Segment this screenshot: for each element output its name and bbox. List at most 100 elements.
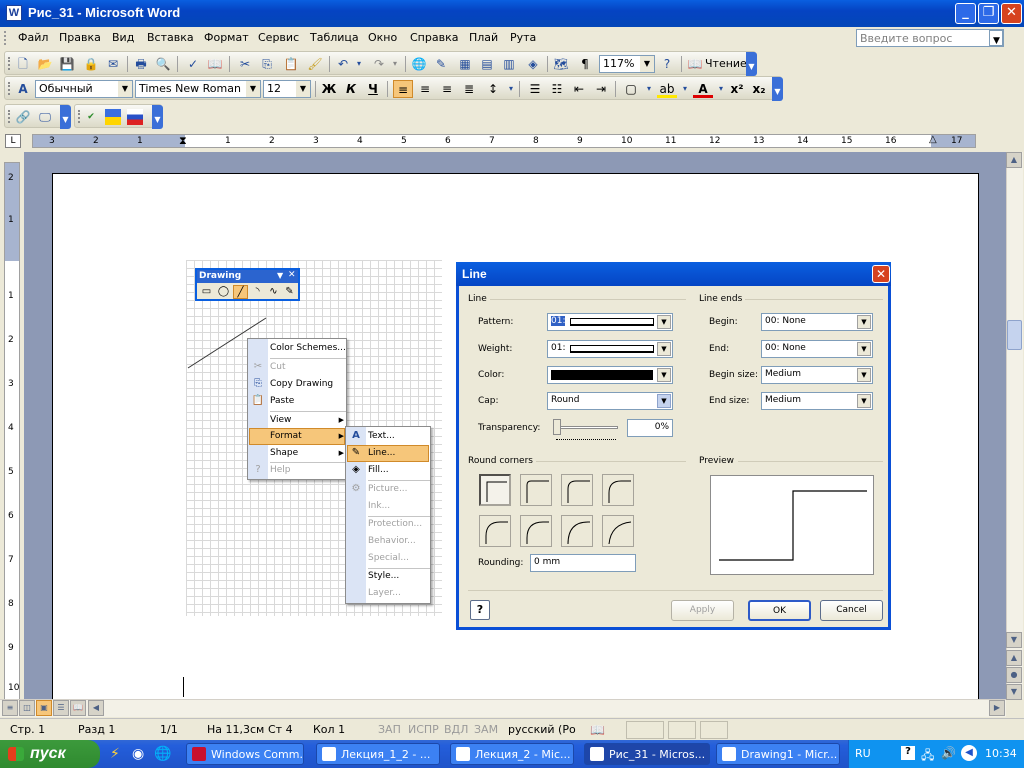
- help-search-input[interactable]: Введите вопрос ▼: [856, 29, 1004, 47]
- menu-item-view[interactable]: View ▶: [270, 412, 344, 429]
- cancel-button[interactable]: Cancel: [820, 600, 883, 621]
- end-dropdown-icon[interactable]: ▼: [857, 342, 871, 356]
- insert-table-icon[interactable]: ▦: [457, 56, 473, 72]
- redo-icon[interactable]: ↷: [371, 56, 387, 72]
- pattern-dropdown-icon[interactable]: ▼: [657, 315, 671, 329]
- spellcheck-icon[interactable]: ✔: [83, 109, 99, 125]
- format-painter-icon[interactable]: 🖌: [307, 56, 323, 72]
- borders-dropdown-icon[interactable]: ▾: [641, 81, 657, 97]
- font-color-icon[interactable]: A: [693, 80, 713, 98]
- scroll-down-icon[interactable]: ▼: [1006, 632, 1022, 648]
- reading-view-icon[interactable]: 📖: [70, 700, 86, 716]
- email-icon[interactable]: ✉: [105, 56, 121, 72]
- menu-edit[interactable]: Правка: [59, 31, 101, 44]
- menu-format[interactable]: Формат: [204, 31, 249, 44]
- paste-icon[interactable]: 📋: [283, 56, 299, 72]
- subscript-icon[interactable]: x₂: [749, 80, 769, 98]
- begin-size-dropdown-icon[interactable]: ▼: [857, 368, 871, 382]
- new-document-icon[interactable]: 🗋: [15, 56, 31, 72]
- tables-borders-icon[interactable]: ✎: [433, 56, 449, 72]
- status-rec[interactable]: ЗАП: [378, 723, 401, 736]
- transparency-slider-track[interactable]: [556, 426, 618, 429]
- menubar-grip[interactable]: [4, 31, 7, 45]
- menu-item-line[interactable]: Line...: [368, 445, 395, 462]
- quicklaunch-winamp-icon[interactable]: ⚡: [110, 746, 120, 762]
- cut-icon[interactable]: ✂: [237, 56, 253, 72]
- horizontal-scrollbar[interactable]: [0, 699, 1006, 717]
- read-mode-button[interactable]: Чтение: [705, 57, 747, 70]
- bullets-icon[interactable]: ☷: [547, 80, 567, 98]
- web-view-icon[interactable]: ◫: [19, 700, 35, 716]
- hyperlink-icon[interactable]: 🌐: [411, 56, 427, 72]
- superscript-icon[interactable]: x²: [727, 80, 747, 98]
- corner-option-4[interactable]: [602, 474, 634, 506]
- numbering-icon[interactable]: ☰: [525, 80, 545, 98]
- ellipse-tool-icon[interactable]: ◯: [216, 285, 231, 299]
- undo-icon[interactable]: ↶: [335, 56, 351, 72]
- scroll-up-icon[interactable]: ▲: [1006, 152, 1022, 168]
- start-button[interactable]: пуск: [0, 740, 100, 768]
- menu-table[interactable]: Таблица: [310, 31, 359, 44]
- menu-item-text[interactable]: Text...: [368, 428, 395, 445]
- italic-button[interactable]: К: [341, 80, 361, 98]
- style-dropdown-icon[interactable]: ▼: [118, 81, 132, 97]
- prev-page-icon[interactable]: ▲: [1006, 650, 1022, 666]
- freeform-tool-icon[interactable]: ∿: [266, 285, 281, 299]
- weight-select[interactable]: 01: ▼: [547, 340, 673, 358]
- corner-option-8[interactable]: [602, 515, 634, 547]
- drawing-toolbar-close-icon[interactable]: ✕: [288, 270, 296, 280]
- color-dropdown-icon[interactable]: ▼: [657, 368, 671, 382]
- screen-icon[interactable]: 🖵: [37, 109, 53, 125]
- task-windows-commander[interactable]: Windows Comm...: [186, 743, 304, 765]
- font-dropdown-icon[interactable]: ▼: [246, 81, 260, 97]
- permission-icon[interactable]: 🔒: [83, 56, 99, 72]
- menu-file[interactable]: Файл: [18, 31, 48, 44]
- rounding-input[interactable]: 0 mm: [530, 554, 636, 572]
- research-icon[interactable]: 📖: [207, 56, 223, 72]
- russia-flag-icon[interactable]: [127, 109, 143, 125]
- status-ext[interactable]: ВДЛ: [444, 723, 468, 736]
- next-page-icon[interactable]: ▼: [1006, 684, 1022, 700]
- indent-marker-icon[interactable]: ⧗: [179, 134, 187, 148]
- weight-dropdown-icon[interactable]: ▼: [657, 342, 671, 356]
- minimize-button[interactable]: _: [955, 3, 976, 24]
- begin-select[interactable]: 00: None ▼: [761, 313, 873, 331]
- language-indicator[interactable]: RU: [855, 747, 871, 760]
- link-icon[interactable]: 🔗: [15, 109, 31, 125]
- zoom-select[interactable]: 117% ▼: [599, 55, 655, 73]
- print-icon[interactable]: 🖶: [133, 56, 149, 72]
- bold-button[interactable]: Ж: [319, 80, 339, 98]
- menu-item-layer[interactable]: Layer...: [368, 585, 401, 602]
- menu-item-style[interactable]: Style...: [368, 568, 399, 585]
- ukraine-flag-icon[interactable]: [105, 109, 121, 125]
- spelling-icon[interactable]: ✓: [185, 56, 201, 72]
- menu-item-special[interactable]: Special...: [368, 550, 409, 567]
- menu-item-ink[interactable]: Ink...: [368, 498, 390, 515]
- save-icon[interactable]: 💾: [59, 56, 75, 72]
- menu-item-picture[interactable]: Picture...: [368, 481, 408, 498]
- task-ris-31[interactable]: Рис_31 - Micros...: [584, 743, 710, 765]
- quicklaunch-browser-icon[interactable]: 🌐: [154, 746, 171, 762]
- transparency-slider-thumb[interactable]: [553, 419, 561, 435]
- end-size-select[interactable]: Medium ▼: [761, 392, 873, 410]
- tray-network-icon[interactable]: 🖧: [921, 746, 934, 767]
- toolbar-options-icon[interactable]: ▼: [60, 105, 71, 129]
- align-center-icon[interactable]: ≡: [415, 80, 435, 98]
- menu-tools[interactable]: Сервис: [258, 31, 299, 44]
- apply-button[interactable]: Apply: [671, 600, 734, 621]
- menu-item-paste[interactable]: Paste: [270, 393, 294, 410]
- cap-dropdown-icon[interactable]: ▼: [657, 394, 671, 408]
- task-lecture-2[interactable]: Лекция_2 - Mic...: [450, 743, 574, 765]
- dialog-help-icon[interactable]: ?: [470, 600, 490, 620]
- rectangle-tool-icon[interactable]: ▭: [199, 285, 214, 299]
- menu-item-shape[interactable]: Shape ▶: [270, 445, 344, 462]
- drawing-toggle-icon[interactable]: ◈: [525, 56, 541, 72]
- read-mode-icon[interactable]: 📖: [687, 56, 703, 72]
- menu-plai[interactable]: Плай: [469, 31, 498, 44]
- menu-item-help[interactable]: Help: [270, 462, 291, 479]
- menu-help[interactable]: Справка: [410, 31, 458, 44]
- styles-formatting-icon[interactable]: A: [15, 81, 31, 97]
- begin-size-select[interactable]: Medium ▼: [761, 366, 873, 384]
- corner-option-6[interactable]: [520, 515, 552, 547]
- menu-view[interactable]: Вид: [112, 31, 134, 44]
